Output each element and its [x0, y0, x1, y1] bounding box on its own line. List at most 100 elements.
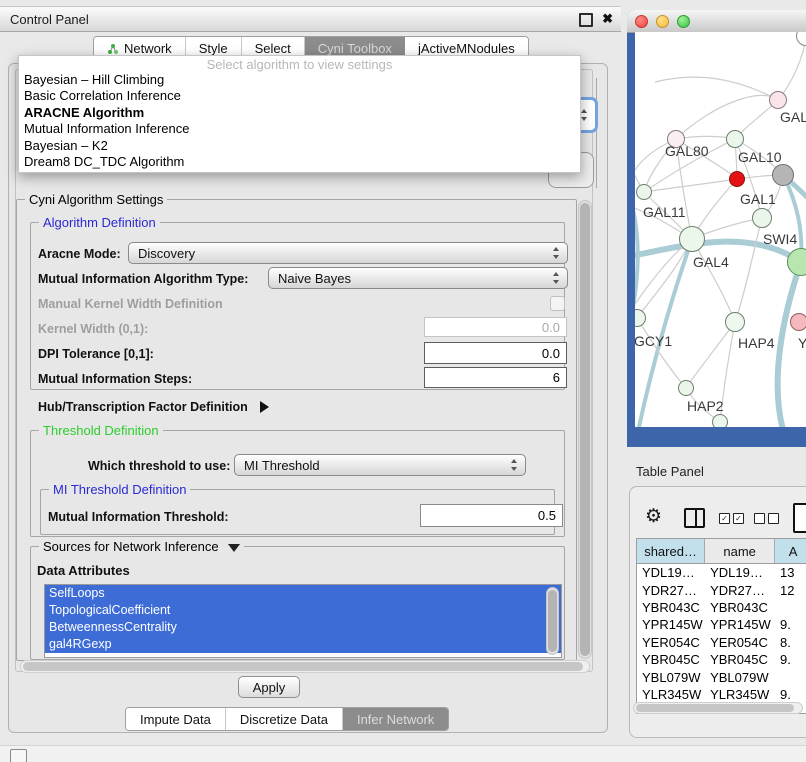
- algorithm-option-mutual-information-inference[interactable]: Mutual Information Inference: [19, 121, 580, 137]
- table-row[interactable]: YPR145WYPR145W9.: [637, 616, 806, 633]
- network-node-gcy1[interactable]: [635, 309, 646, 327]
- table-row[interactable]: YDL19…YDL19…13: [637, 564, 806, 581]
- mi-type-select[interactable]: Naive Bayes: [268, 267, 568, 289]
- group-title: Cyni Algorithm Settings: [25, 192, 167, 207]
- network-node[interactable]: [787, 248, 806, 276]
- algorithm-option-bayesian-k2[interactable]: Bayesian – K2: [19, 138, 580, 154]
- tab-label: Style: [199, 41, 228, 56]
- table-cell: YBR045C: [705, 652, 775, 667]
- network-node-gal1[interactable]: [729, 171, 745, 187]
- tab-discretize-data[interactable]: Discretize Data: [226, 708, 343, 730]
- attribute-item-gal4rgexp[interactable]: gal4RGexp: [45, 636, 561, 653]
- table-row[interactable]: YER054CYER054C8.: [637, 634, 806, 651]
- desktop: Control Panel ✖ NetworkStyleSelectCyni T…: [0, 0, 806, 762]
- table-cell: YBR043C: [705, 600, 775, 615]
- hub-definition-expander[interactable]: Hub/Transcription Factor Definition: [38, 398, 269, 416]
- dpi-tolerance-field[interactable]: 0.0: [424, 342, 567, 364]
- table-cell: 9.: [775, 617, 806, 632]
- node-table[interactable]: shared…nameA YDL19…YDL19…13YDR27…YDR27…1…: [636, 538, 806, 714]
- tab-impute-data[interactable]: Impute Data: [126, 708, 226, 730]
- network-node[interactable]: [772, 164, 794, 186]
- select-all-icon[interactable]: ✓ ✓: [719, 513, 744, 524]
- aracne-mode-select[interactable]: Discovery: [128, 242, 568, 264]
- network-node-y[interactable]: [790, 313, 806, 331]
- table-cell: 8.: [775, 635, 806, 650]
- algorithm-option-dream8-dc-tdc-algorithm[interactable]: Dream8 DC_TDC Algorithm: [19, 154, 580, 170]
- table-cell: YDR27…: [637, 583, 705, 598]
- tab-label: Network: [124, 41, 172, 56]
- manual-kernel-label: Manual Kernel Width Definition: [38, 297, 223, 311]
- network-node-gal10[interactable]: [726, 130, 744, 148]
- algorithm-option-bayesian-hill-climbing[interactable]: Bayesian – Hill Climbing: [19, 72, 580, 88]
- deselect-all-icon[interactable]: [754, 513, 779, 524]
- data-attributes-list[interactable]: SelfLoopsTopologicalCoefficientBetweenne…: [44, 584, 562, 658]
- table-row[interactable]: YBL079WYBL079W: [637, 668, 806, 685]
- column-header-a[interactable]: A: [775, 539, 806, 563]
- table-row[interactable]: YBR043CYBR043C: [637, 599, 806, 616]
- settings-horizontal-scrollbar[interactable]: [20, 660, 590, 673]
- network-node[interactable]: [712, 414, 728, 427]
- node-label-gal11: GAL11: [643, 204, 686, 220]
- table-cell: YDL19…: [705, 565, 775, 580]
- gear-icon[interactable]: ⚙: [645, 505, 662, 528]
- mini-window-icon[interactable]: [10, 749, 27, 762]
- which-threshold-value: MI Threshold: [244, 458, 320, 473]
- tab-label: Cyni Toolbox: [318, 41, 392, 56]
- column-header-shared[interactable]: shared…: [637, 539, 705, 563]
- table-cell: YLR345W: [705, 687, 775, 702]
- close-icon[interactable]: ✖: [602, 11, 613, 27]
- column-header-name[interactable]: name: [705, 539, 775, 563]
- kernel-width-field[interactable]: 0.0: [424, 317, 567, 337]
- attribute-item-topologicalcoefficient[interactable]: TopologicalCoefficient: [45, 602, 561, 619]
- manual-kernel-checkbox[interactable]: [550, 296, 565, 311]
- columns-icon[interactable]: [684, 508, 705, 528]
- network-node-hap4[interactable]: [725, 312, 745, 332]
- minimize-window-icon[interactable]: [656, 15, 669, 28]
- network-canvas[interactable]: GALGAL80GAL10GAL1GAL11SWI4GAL4GCY1HAP4YH…: [635, 32, 806, 427]
- attribute-item-selfloops[interactable]: SelfLoops: [45, 585, 561, 602]
- apply-button[interactable]: Apply: [238, 676, 300, 698]
- group-title: Threshold Definition: [39, 423, 163, 438]
- which-threshold-select[interactable]: MI Threshold: [234, 454, 526, 476]
- close-window-icon[interactable]: [635, 15, 648, 28]
- float-panel-icon[interactable]: [579, 13, 593, 27]
- tab-infer-network[interactable]: Infer Network: [343, 708, 448, 730]
- network-node-gal4[interactable]: [679, 226, 705, 252]
- network-node-gal11[interactable]: [636, 184, 652, 200]
- group-title: MI Threshold Definition: [49, 482, 190, 497]
- network-node-swi4[interactable]: [752, 208, 772, 228]
- sources-collapse-toggle[interactable]: Sources for Network Inference: [39, 539, 244, 554]
- node-label-gal4: GAL4: [693, 254, 729, 270]
- table-cell: 9.: [775, 652, 806, 667]
- hub-definition-label: Hub/Transcription Factor Definition: [38, 400, 248, 414]
- data-attributes-label: Data Attributes: [37, 563, 130, 578]
- algorithm-option-basic-correlation-inference[interactable]: Basic Correlation Inference: [19, 88, 580, 104]
- collapse-down-icon: [228, 544, 240, 552]
- node-label-gal1: GAL1: [740, 191, 776, 207]
- algorithm-option-aracne-algorithm[interactable]: ARACNE Algorithm: [19, 105, 580, 121]
- table-row[interactable]: YLR345WYLR345W9.: [637, 686, 806, 703]
- unchecked-box-icon: [768, 513, 779, 524]
- network-node-hap2[interactable]: [678, 380, 694, 396]
- node-label-gcy1: GCY1: [635, 333, 672, 349]
- network-window-titlebar[interactable]: [627, 10, 806, 33]
- network-node[interactable]: [796, 32, 806, 46]
- network-node-gal[interactable]: [769, 91, 787, 109]
- tab-label: jActiveMNodules: [418, 41, 515, 56]
- status-strip: [0, 745, 806, 762]
- mi-steps-field[interactable]: 6: [424, 367, 567, 388]
- table-cell: YBR043C: [637, 600, 705, 615]
- document-icon[interactable]: [793, 503, 806, 533]
- table-cell: YBL079W: [705, 670, 775, 685]
- table-horizontal-scrollbar[interactable]: [633, 702, 803, 714]
- table-row[interactable]: YBR045CYBR045C9.: [637, 651, 806, 668]
- table-cell: YLR345W: [637, 687, 705, 702]
- mi-threshold-field[interactable]: 0.5: [420, 504, 563, 527]
- attribute-item-betweennesscentrality[interactable]: BetweennessCentrality: [45, 619, 561, 636]
- panel-title: Control Panel: [10, 12, 89, 27]
- table-row[interactable]: YDR27…YDR27…12: [637, 581, 806, 598]
- kernel-width-label: Kernel Width (0,1):: [38, 322, 148, 336]
- list-scrollbar[interactable]: [546, 587, 559, 655]
- settings-vertical-scrollbar[interactable]: [578, 200, 592, 659]
- zoom-window-icon[interactable]: [677, 15, 690, 28]
